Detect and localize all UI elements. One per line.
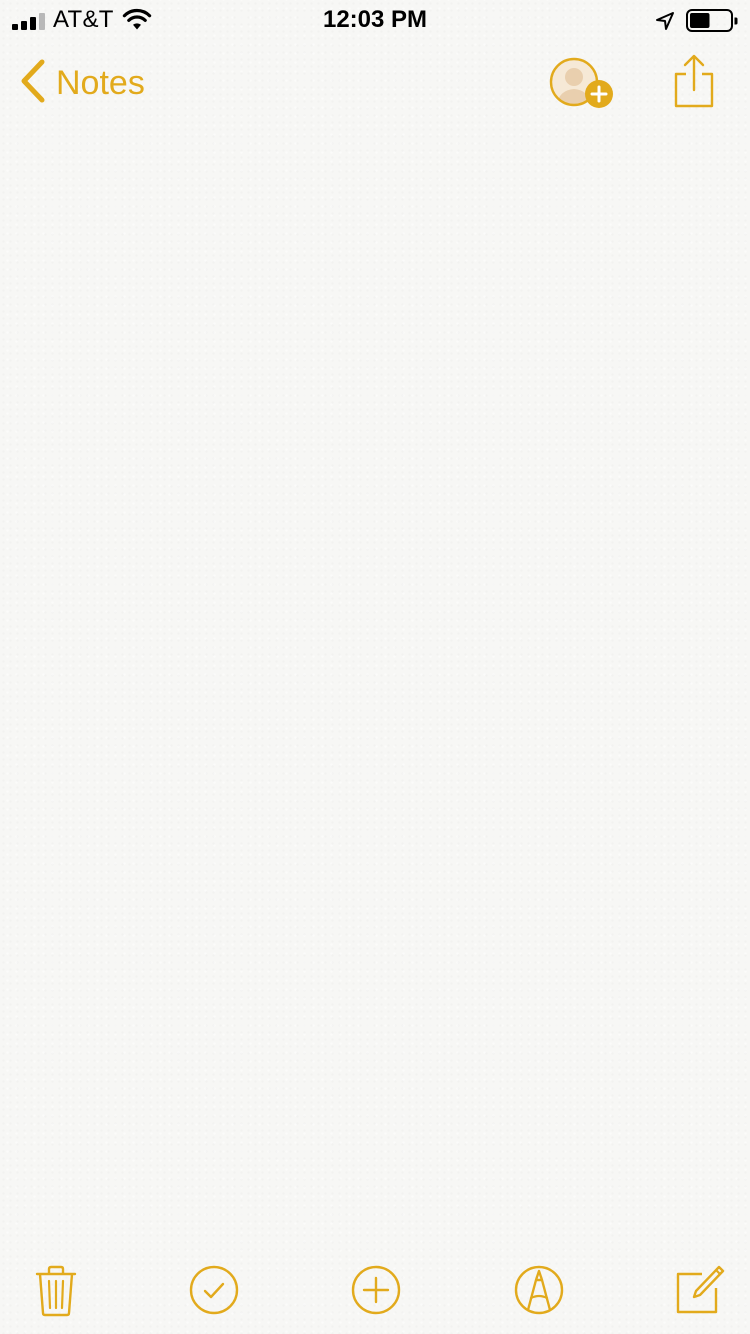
- add-person-icon: [546, 57, 618, 116]
- back-button-label: Notes: [56, 63, 145, 102]
- bottom-toolbar: [0, 1252, 750, 1324]
- checklist-button[interactable]: [186, 1262, 242, 1318]
- location-arrow-icon: [654, 10, 676, 37]
- markup-button[interactable]: [511, 1262, 567, 1318]
- navigation-bar: Notes: [0, 40, 750, 128]
- chevron-left-icon: [18, 58, 46, 109]
- compose-button[interactable]: [672, 1262, 728, 1318]
- status-time: 12:03 PM: [322, 6, 428, 33]
- battery-icon: [686, 9, 738, 38]
- note-body[interactable]: [0, 128, 750, 1248]
- add-people-button[interactable]: [546, 56, 618, 112]
- trash-icon: [28, 1265, 84, 1322]
- delete-button[interactable]: [28, 1262, 84, 1318]
- share-button[interactable]: [672, 54, 716, 110]
- pen-tip-circle-icon: [511, 1265, 567, 1322]
- share-icon: [672, 54, 716, 114]
- status-bar: AT&T 12:03 PM: [0, 0, 750, 40]
- compose-icon: [672, 1265, 728, 1322]
- plus-circle-icon: [348, 1265, 404, 1322]
- add-attachment-button[interactable]: [348, 1262, 404, 1318]
- back-to-notes-button[interactable]: Notes: [18, 58, 145, 108]
- checkmark-circle-icon: [186, 1265, 242, 1322]
